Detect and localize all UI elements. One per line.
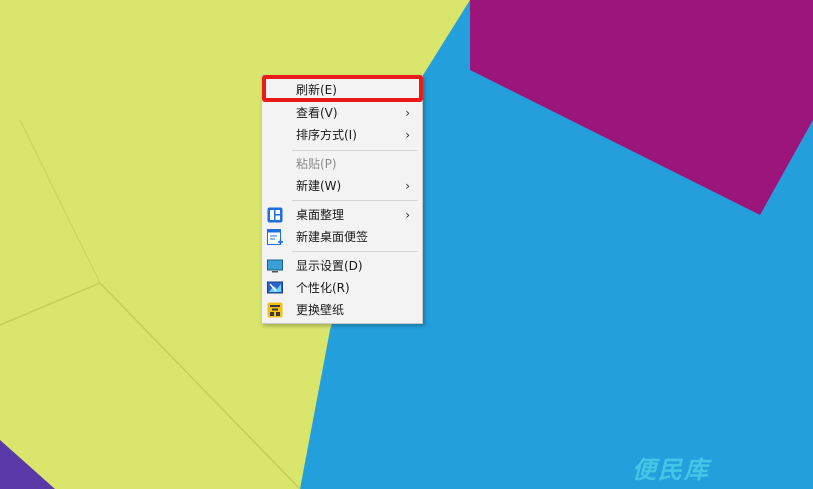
menu-item-label: 新建(W) (296, 179, 342, 193)
menu-item-label: 排序方式(I) (296, 128, 357, 142)
menu-item-refresh[interactable]: 刷新(E) (262, 79, 422, 101)
menu-item-label: 显示设置(D) (296, 259, 363, 273)
display-settings-icon (267, 259, 283, 273)
personalize-icon (267, 281, 283, 294)
desktop[interactable]: 刷新(E) 查看(V) › 排序方式(I) › 粘贴(P) 新建(W) › 桌面… (0, 0, 813, 489)
chevron-right-icon: › (405, 179, 410, 193)
menu-item-label: 更换壁纸 (296, 303, 345, 317)
menu-item-label: 查看(V) (296, 106, 338, 120)
chevron-right-icon: › (405, 208, 410, 222)
menu-item-label: 刷新(E) (296, 83, 337, 97)
menu-item-change-wallpaper[interactable]: 更换壁纸 (262, 299, 422, 321)
menu-item-label: 新建桌面便签 (296, 230, 369, 244)
menu-item-paste: 粘贴(P) (262, 153, 422, 175)
menu-item-display-settings[interactable]: 显示设置(D) (262, 255, 422, 277)
menu-item-sort-by[interactable]: 排序方式(I) › (262, 124, 422, 146)
context-menu: 刷新(E) 查看(V) › 排序方式(I) › 粘贴(P) 新建(W) › 桌面… (261, 75, 423, 324)
new-note-icon (267, 229, 283, 245)
menu-item-personalize[interactable]: 个性化(R) (262, 277, 422, 299)
menu-separator (292, 150, 418, 151)
wallpaper-icon (267, 302, 283, 318)
menu-item-view[interactable]: 查看(V) › (262, 102, 422, 124)
menu-item-new[interactable]: 新建(W) › (262, 175, 422, 197)
menu-item-label: 粘贴(P) (296, 157, 337, 171)
menu-item-label: 个性化(R) (296, 281, 350, 295)
chevron-right-icon: › (405, 106, 410, 120)
menu-item-desktop-organize[interactable]: 桌面整理 › (262, 204, 422, 226)
chevron-right-icon: › (405, 128, 410, 142)
menu-separator (292, 251, 418, 252)
menu-item-label: 桌面整理 (296, 208, 345, 222)
desktop-organize-icon (267, 207, 283, 223)
menu-item-new-desktop-note[interactable]: 新建桌面便签 (262, 226, 422, 248)
watermark: 便民库 (632, 456, 710, 484)
menu-separator (292, 200, 418, 201)
